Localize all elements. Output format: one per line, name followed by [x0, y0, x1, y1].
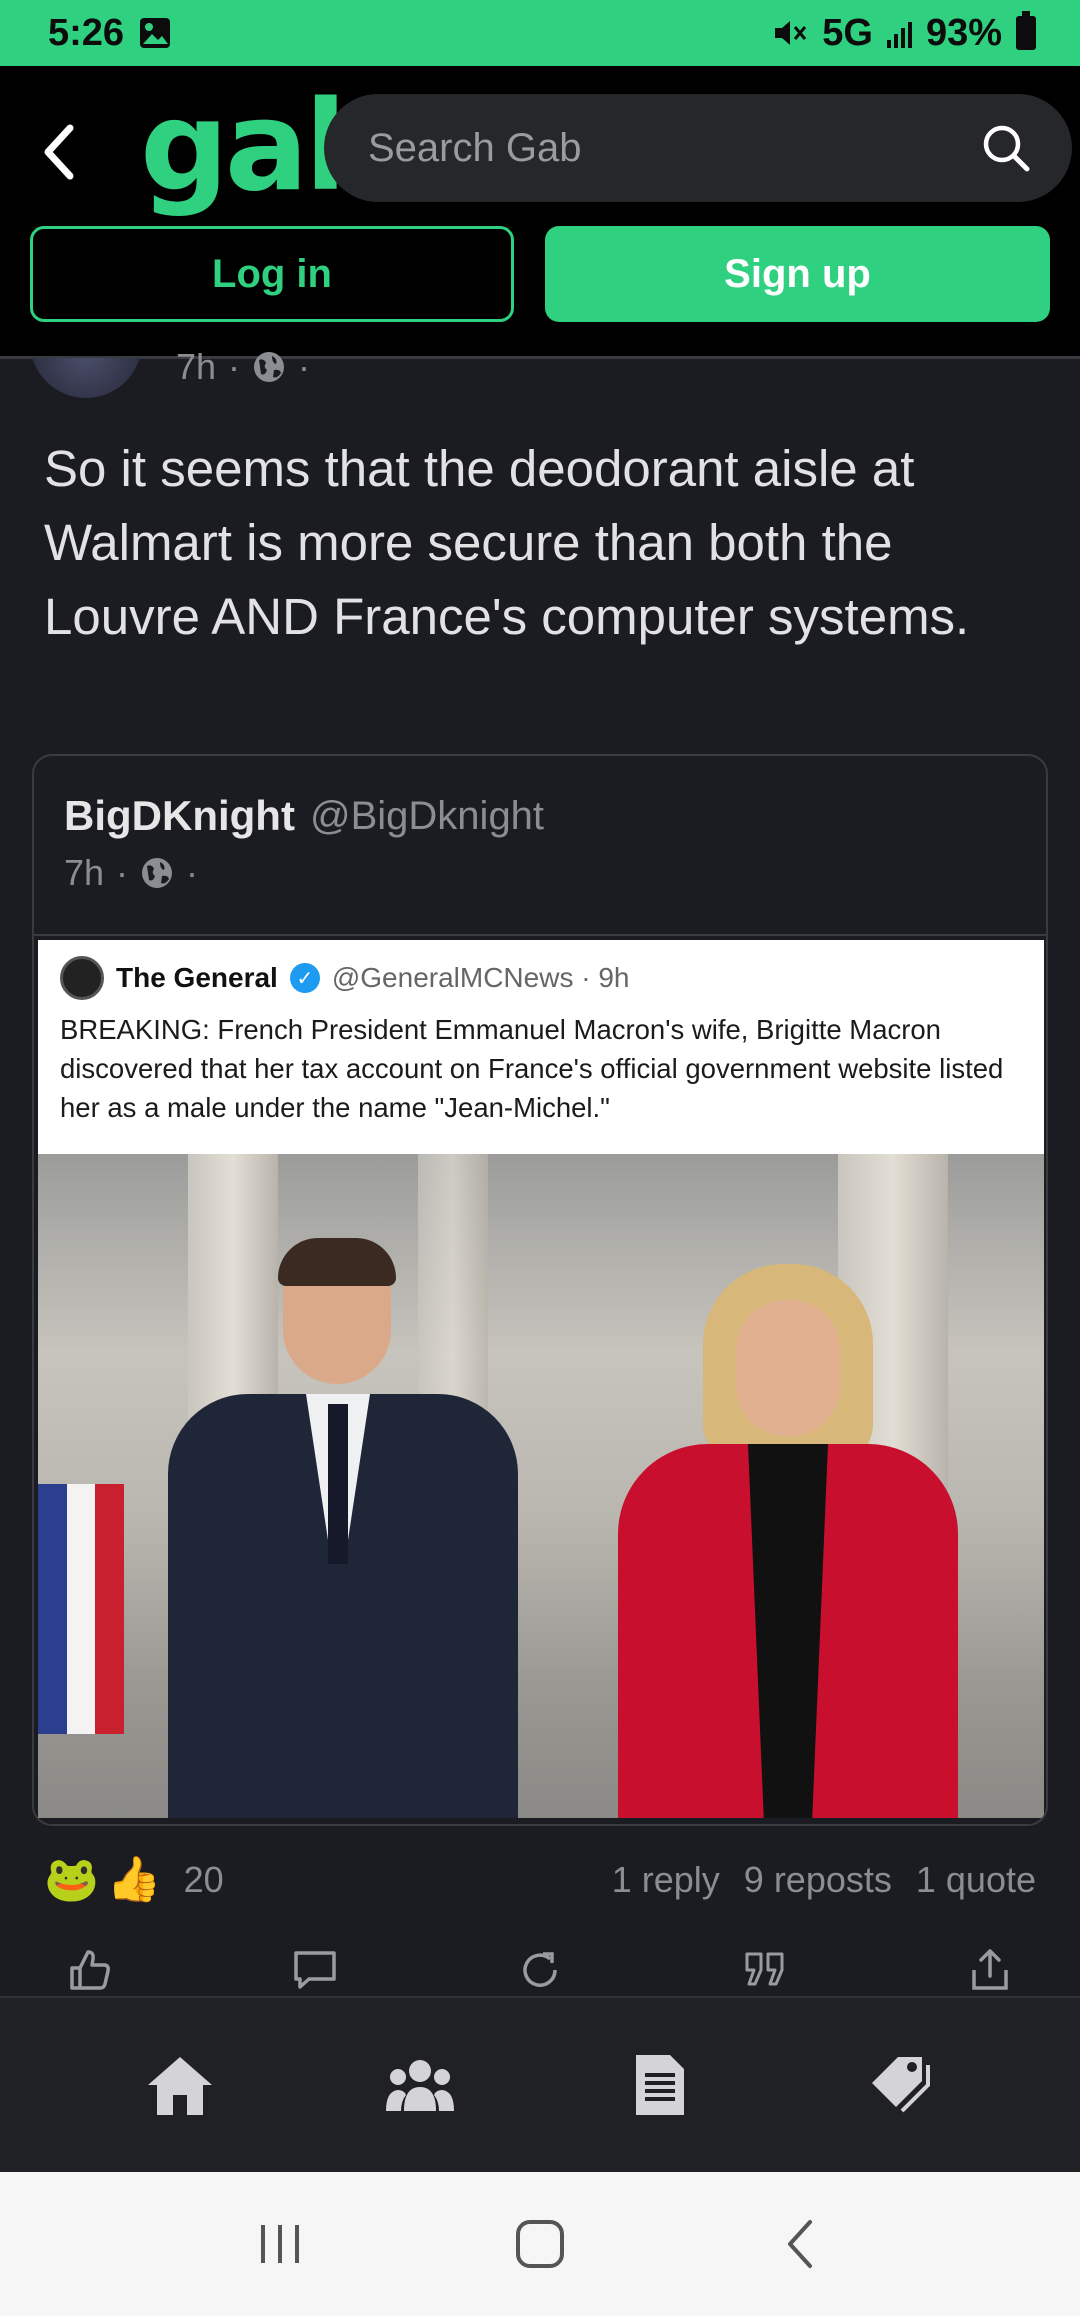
repost-count[interactable]: 9 reposts: [744, 1859, 892, 1901]
groups-icon: [386, 2060, 454, 2111]
comment-button[interactable]: [285, 1940, 345, 2000]
battery-percent: 93%: [925, 11, 1002, 54]
header-divider: [0, 356, 1080, 359]
reaction-count: 20: [183, 1859, 224, 1900]
recent-apps-icon: [261, 2225, 299, 2263]
verified-badge-icon: ✓: [289, 963, 320, 993]
quoted-author-name[interactable]: BigDKnight: [64, 792, 295, 840]
quoted-post-meta: 7h · ·: [64, 852, 198, 894]
bottom-nav: [0, 1996, 1080, 2172]
home-square-icon: [516, 2220, 564, 2268]
home-icon: [148, 2057, 212, 2115]
person: [128, 1238, 558, 1818]
nav-news[interactable]: [615, 2040, 705, 2130]
chevron-left-icon: [44, 124, 74, 180]
home-button[interactable]: [500, 2204, 580, 2284]
search-input[interactable]: Search Gab: [324, 94, 1072, 202]
post-actions: [60, 1940, 1020, 2000]
share-icon: [972, 1949, 1008, 1990]
embedded-handle-time: @GeneralMCNews · 9h: [331, 962, 630, 993]
avatar[interactable]: [30, 358, 142, 398]
engagement-counts: 1 reply 9 reposts 1 quote: [612, 1859, 1036, 1901]
separator: ·: [186, 852, 199, 893]
like-button[interactable]: [60, 1940, 120, 2000]
embedded-tweet-text: BREAKING: French President Emmanuel Macr…: [60, 1014, 1004, 1123]
globe-icon: [254, 352, 285, 382]
embedded-tweet-header: The General ✓ @GeneralMCNews · 9h: [60, 956, 629, 1000]
login-button[interactable]: Log in: [30, 226, 514, 322]
quote-icon: [745, 1952, 784, 1986]
status-time: 5:26: [48, 11, 125, 54]
system-back-button[interactable]: [760, 2204, 840, 2284]
news-photo: [38, 1154, 1044, 1818]
status-bar: 5:26 5G 93%: [0, 0, 1080, 66]
comment-icon: [294, 1951, 336, 1989]
flag: [38, 1484, 125, 1734]
nav-home[interactable]: [135, 2040, 225, 2130]
post-meta: 7h · ·: [176, 346, 310, 388]
post-time: 7h: [176, 346, 217, 387]
reply-count[interactable]: 1 reply: [612, 1859, 720, 1901]
separator: ·: [298, 346, 311, 387]
quote-count[interactable]: 1 quote: [916, 1859, 1036, 1901]
system-nav-bar: [0, 2172, 1080, 2316]
separator: ·: [116, 852, 129, 893]
signup-button[interactable]: Sign up: [545, 226, 1050, 322]
search-icon[interactable]: [980, 122, 1032, 174]
post-text: So it seems that the deodorant aisle at …: [44, 440, 970, 645]
quote-button[interactable]: [735, 1940, 795, 2000]
chevron-left-icon: [788, 2220, 812, 2268]
globe-icon: [142, 858, 173, 888]
quote-divider: [34, 934, 1046, 936]
tags-icon: [872, 2057, 930, 2113]
quoted-author-handle[interactable]: @BigDknight: [310, 794, 544, 839]
battery-icon: [1016, 11, 1036, 50]
status-right: 5G 93%: [772, 11, 1036, 55]
embedded-avatar: [60, 956, 104, 1000]
post-stats: 🐸 👍 20 1 reply 9 reposts 1 quote: [44, 1852, 1036, 1908]
status-left: 5:26: [48, 12, 172, 55]
media-image[interactable]: The General ✓ @GeneralMCNews · 9h BREAKI…: [38, 940, 1044, 1818]
recent-apps-button[interactable]: [240, 2204, 320, 2284]
nav-marketplace[interactable]: [855, 2040, 945, 2130]
separator: ·: [228, 346, 241, 387]
mute-icon: [775, 21, 807, 45]
reactions-summary[interactable]: 🐸 👍 20: [44, 1856, 224, 1904]
repost-icon: [523, 1952, 557, 1987]
network-type: 5G: [822, 11, 873, 54]
back-button[interactable]: [30, 112, 86, 192]
app-header: gab Search Gab Log in Sign up: [0, 66, 1080, 358]
embedded-author-name: The General: [116, 962, 278, 993]
nav-groups[interactable]: [375, 2040, 465, 2130]
gallery-icon: [140, 18, 171, 48]
person: [598, 1264, 978, 1818]
document-icon: [636, 2055, 684, 2115]
thumbs-up-reaction-icon: 👍: [106, 1855, 162, 1904]
share-button[interactable]: [960, 1940, 1020, 2000]
thumbs-up-icon: [70, 1950, 110, 1990]
signal-icon: [886, 18, 912, 48]
search-placeholder: Search Gab: [368, 125, 582, 170]
quoted-post[interactable]: BigDKnight @BigDknight 7h · · The Genera…: [32, 754, 1048, 1826]
repost-button[interactable]: [510, 1940, 570, 2000]
frog-reaction-icon: 🐸: [44, 1855, 99, 1904]
quoted-post-time: 7h: [64, 852, 105, 893]
